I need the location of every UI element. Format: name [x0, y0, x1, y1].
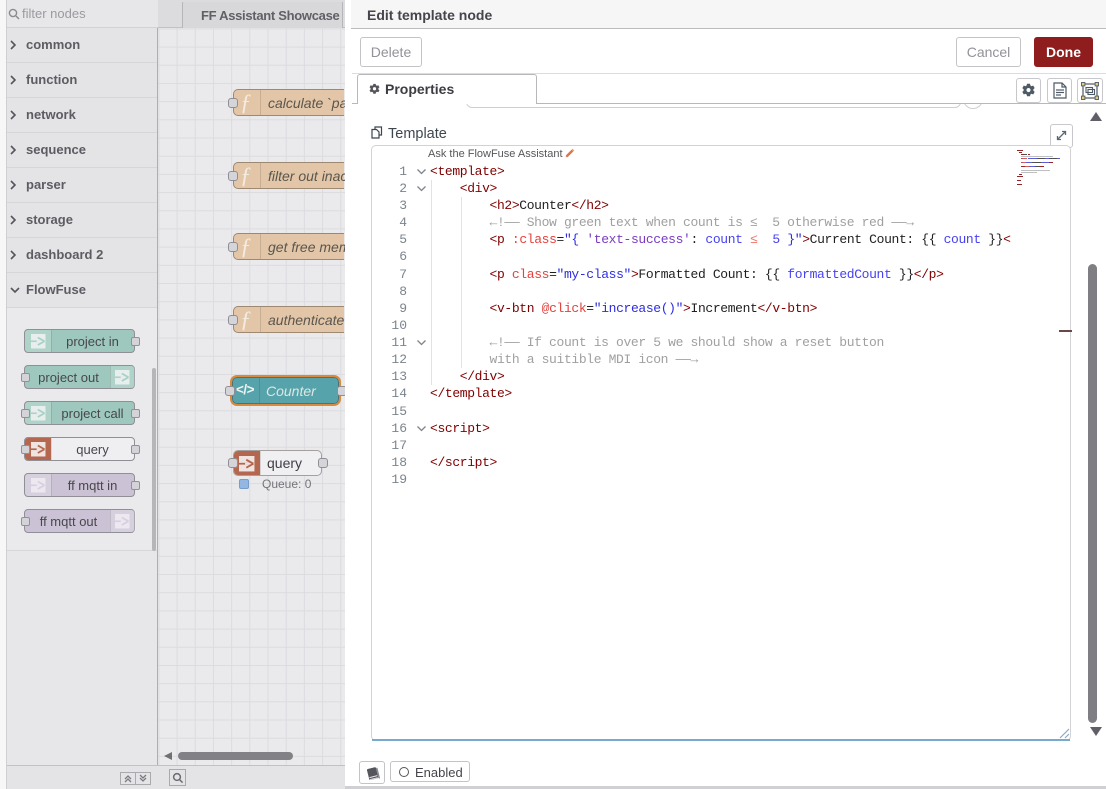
svg-text:ƒ: ƒ: [240, 307, 252, 332]
svg-text:ƒ: ƒ: [240, 163, 252, 188]
svg-text:ƒ: ƒ: [240, 90, 252, 115]
svg-text:ƒ: ƒ: [240, 234, 252, 259]
